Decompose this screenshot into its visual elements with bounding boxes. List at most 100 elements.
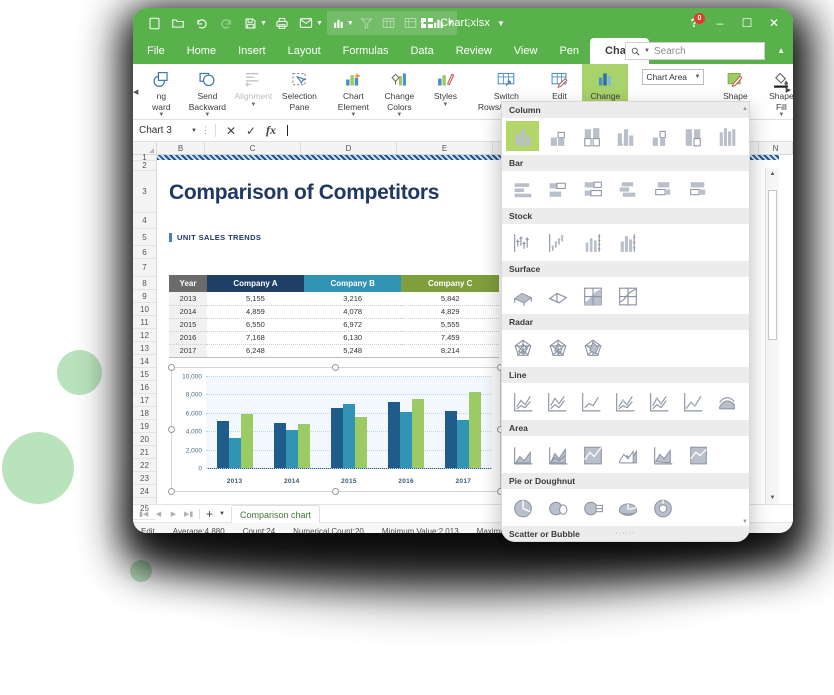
row-header-23[interactable]: 23	[133, 472, 156, 485]
accept-formula-icon[interactable]: ✓	[241, 124, 261, 138]
bring-forward-button[interactable]: ng ward ▼	[138, 64, 184, 119]
row-header-15[interactable]: 15	[133, 368, 156, 381]
row-header-9[interactable]: 9	[133, 290, 156, 303]
change-colors-caret-icon[interactable]: ▼	[396, 112, 402, 118]
menu-scrollbar[interactable]: ▲ ▼	[740, 102, 749, 541]
chart-type-option-area-3[interactable]	[576, 439, 610, 469]
chart-bar[interactable]	[354, 416, 367, 468]
chart-type-option-bar-4[interactable]	[611, 174, 645, 204]
help-button[interactable]: ? 0	[682, 11, 706, 35]
chart-handle-nw[interactable]	[168, 364, 175, 371]
row-header-20[interactable]: 20	[133, 433, 156, 446]
chart-type-option-pie-or-doughnut-4[interactable]	[611, 492, 645, 522]
search-box[interactable]: ▼ Search	[625, 42, 765, 60]
change-colors-button[interactable]: Change Colors ▼	[376, 64, 422, 119]
row-header-16[interactable]: 16	[133, 381, 156, 394]
chart-bar[interactable]	[400, 411, 413, 468]
bring-forward-caret-icon[interactable]: ▼	[158, 112, 164, 118]
chart-type-option-surface-1[interactable]	[506, 280, 540, 310]
chart-bar[interactable]	[273, 423, 286, 468]
app-grid-icon[interactable]	[421, 18, 434, 28]
chart-handle-sw[interactable]	[168, 488, 175, 495]
chart-type-option-pie-or-doughnut-2[interactable]	[541, 492, 575, 522]
row-header-3[interactable]: 3	[133, 171, 156, 213]
chart-type-option-area-4[interactable]	[611, 439, 645, 469]
chart-type-option-surface-2[interactable]	[541, 280, 575, 310]
chart-type-option-bar-6[interactable]	[681, 174, 715, 204]
column-header-C[interactable]: C	[205, 142, 301, 154]
row-header-10[interactable]: 10	[133, 303, 156, 316]
chart-bar[interactable]	[216, 420, 229, 468]
column-header-B[interactable]: B	[157, 142, 205, 154]
column-header-D[interactable]: D	[301, 142, 397, 154]
row-header-11[interactable]: 11	[133, 316, 156, 329]
scroll-down-icon[interactable]: ▼	[766, 492, 779, 504]
chart-type-option-stock-2[interactable]	[541, 227, 575, 257]
last-sheet-icon[interactable]: ▶▮	[184, 510, 193, 518]
chart-area-select[interactable]: Chart Area ▼	[642, 69, 705, 85]
chart-type-option-pie-or-doughnut-5[interactable]	[646, 492, 680, 522]
chart-bar[interactable]	[285, 430, 298, 468]
chart-type-option-radar-1[interactable]	[506, 333, 540, 363]
ribbon-scroll-right-icon[interactable]: ▶	[786, 86, 791, 94]
chart-type-option-column-2[interactable]	[540, 121, 573, 151]
chart-type-option-bar-1[interactable]	[506, 174, 540, 204]
tab-layout[interactable]: Layout	[277, 38, 332, 64]
chart-type-option-stock-4[interactable]	[611, 227, 645, 257]
sheet-vertical-scrollbar[interactable]: ▲ ▼	[765, 168, 779, 504]
chart-handle-w[interactable]	[168, 425, 175, 433]
menu-resize-grip[interactable]: ······	[616, 530, 636, 537]
send-backward-caret-icon[interactable]: ▼	[204, 112, 210, 118]
row-header-2[interactable]: 2	[133, 161, 156, 171]
chart-area-caret-icon[interactable]: ▼	[694, 74, 700, 80]
file-menu-caret-icon[interactable]: ▼	[497, 19, 505, 28]
cancel-formula-icon[interactable]: ✕	[221, 124, 241, 138]
chart-handle-s[interactable]	[332, 488, 339, 495]
chart-type-option-line-4[interactable]	[608, 386, 641, 416]
chart-type-option-pie-or-doughnut-1[interactable]	[506, 492, 540, 522]
chart-type-option-column-6[interactable]	[677, 121, 710, 151]
row-header-24[interactable]: 24	[133, 485, 156, 498]
row-header-13[interactable]: 13	[133, 342, 156, 355]
chart-bar[interactable]	[342, 403, 355, 468]
row-header-18[interactable]: 18	[133, 407, 156, 420]
insert-function-icon[interactable]: fx	[261, 123, 281, 138]
chart-type-option-column-3[interactable]	[574, 121, 607, 151]
chart-bar[interactable]	[469, 392, 482, 468]
menu-scroll-down-icon[interactable]: ▼	[742, 519, 748, 525]
scroll-thumb[interactable]	[768, 190, 777, 340]
close-button[interactable]: ✕	[761, 11, 787, 35]
row-header-5[interactable]: 5	[133, 229, 156, 246]
tab-formulas[interactable]: Formulas	[332, 38, 400, 64]
chart-type-option-area-6[interactable]	[681, 439, 715, 469]
chart-type-option-area-5[interactable]	[646, 439, 680, 469]
row-header-17[interactable]: 17	[133, 394, 156, 407]
tab-home[interactable]: Home	[176, 38, 227, 64]
ribbon-collapse-icon[interactable]: ▲	[777, 46, 785, 55]
tab-data[interactable]: Data	[399, 38, 444, 64]
name-box[interactable]: Chart 3 ▼	[139, 125, 201, 136]
embedded-chart[interactable]: 10,000 8,000 6,000 4,000 2,000 0 2013 201…	[168, 364, 504, 495]
chart-bar[interactable]	[240, 414, 253, 468]
chart-type-option-surface-3[interactable]	[576, 280, 610, 310]
chart-bar[interactable]	[228, 438, 241, 468]
chart-bar[interactable]	[330, 407, 343, 468]
sheet-list-caret-icon[interactable]: ▼	[219, 511, 225, 517]
chart-type-option-bar-2[interactable]	[541, 174, 575, 204]
chart-bar[interactable]	[388, 402, 401, 468]
chart-type-option-pie-or-doughnut-3[interactable]	[576, 492, 610, 522]
row-header-12[interactable]: 12	[133, 329, 156, 342]
chart-bar[interactable]	[445, 410, 458, 468]
chart-handle-n[interactable]	[332, 364, 339, 371]
chart-element-button[interactable]: Chart Element ▼	[330, 64, 376, 119]
chart-type-option-line-1[interactable]	[506, 386, 539, 416]
chart-type-option-area-2[interactable]	[541, 439, 575, 469]
chart-type-option-line-2[interactable]	[540, 386, 573, 416]
add-sheet-button[interactable]: +	[206, 508, 213, 520]
row-header-22[interactable]: 22	[133, 459, 156, 472]
shape-fill-caret-icon[interactable]: ▼	[778, 112, 784, 118]
chart-type-option-line-3[interactable]	[574, 386, 607, 416]
maximize-button[interactable]: ☐	[734, 11, 760, 35]
chart-type-option-line-7[interactable]	[711, 386, 744, 416]
row-header-19[interactable]: 19	[133, 420, 156, 433]
